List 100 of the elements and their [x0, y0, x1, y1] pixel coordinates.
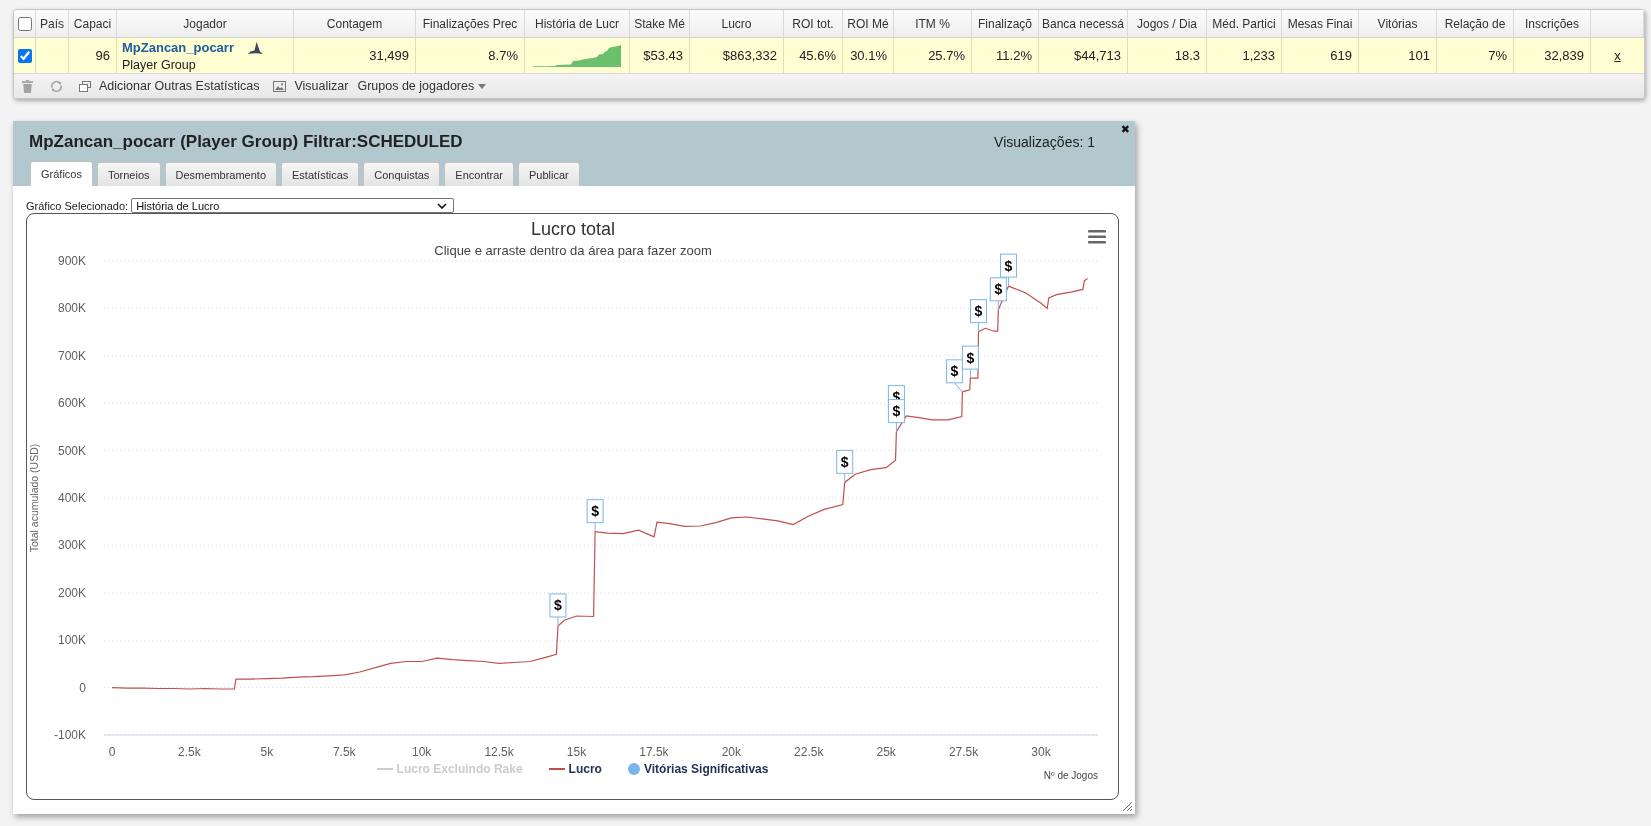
x-axis-label: 5k: [260, 745, 274, 759]
win-flag: $: [836, 449, 854, 483]
y-axis-label: 500K: [57, 443, 86, 458]
caret-down-icon: [478, 83, 487, 89]
select-all-checkbox[interactable]: [17, 16, 32, 31]
legend-item[interactable]: Lucro: [548, 762, 602, 776]
tab[interactable]: Publicar: [518, 162, 580, 186]
table-cell: 11.2%: [972, 38, 1039, 73]
column-header[interactable]: Vitórias: [1359, 10, 1437, 37]
player-group-label: Player Group: [122, 57, 196, 72]
column-header[interactable]: País: [36, 10, 69, 37]
table-cell: 30.1%: [843, 38, 894, 73]
y-axis-label: 700K: [57, 348, 86, 363]
win-flag: $: [969, 299, 987, 333]
table-cell: 619: [1282, 38, 1359, 73]
table-cell: $53.43: [630, 38, 690, 73]
column-header[interactable]: Banca necessá: [1039, 10, 1128, 37]
annotation: $: [966, 349, 975, 366]
x-axis-label: 30k: [1031, 745, 1051, 759]
table-cell: 7%: [1437, 38, 1514, 73]
x-axis-label: 15k: [566, 745, 587, 759]
window-stack-icon: [79, 80, 91, 92]
table-cell: 45.6%: [784, 38, 843, 73]
y-axis-label: 300K: [57, 538, 86, 553]
table-cell: 1,233: [1207, 38, 1282, 73]
win-flag: $: [549, 593, 567, 627]
player-groups-menu[interactable]: Grupos de jogadores: [357, 79, 487, 93]
x-axis-label: 20k: [721, 745, 742, 759]
table-cell: 18.3: [1128, 38, 1207, 73]
menu-icon[interactable]: [1088, 230, 1106, 244]
table-cell: 32,839: [1514, 38, 1591, 73]
column-header[interactable]: ROI tot.: [784, 10, 843, 37]
legend-line-icon: [376, 768, 393, 770]
y-axis-label: 0: [79, 680, 86, 695]
column-header[interactable]: Stake Mé: [630, 10, 690, 37]
panel-title: MpZancan_pocarr (Player Group) Filtrar:SCHEDULED: [29, 132, 463, 152]
tab[interactable]: Conquistas: [363, 162, 441, 186]
tab[interactable]: Desmembramento: [164, 162, 278, 186]
annotation: $: [591, 503, 600, 520]
y-axis-label: 800K: [57, 301, 86, 316]
x-axis-label: 22.5k: [794, 745, 824, 759]
y-axis-label: -100K: [53, 728, 86, 742]
table-cell: $863,332: [690, 38, 784, 73]
legend-item[interactable]: Vitórias Significativas: [627, 762, 769, 776]
y-axis-label: 900K: [57, 254, 86, 268]
x-axis-label: 7.5k: [332, 745, 356, 759]
y-axis-label: 200K: [57, 585, 86, 600]
column-header[interactable]: Jogos / Dia: [1128, 10, 1207, 37]
x-axis-label: 17.5k: [639, 745, 669, 759]
win-flag: $: [961, 345, 979, 379]
table-cell: 25.7%: [894, 38, 972, 73]
tab[interactable]: Gráficos: [30, 161, 93, 186]
column-header[interactable]: Jogador: [117, 10, 294, 37]
player-name-link[interactable]: MpZancan_pocarr: [122, 40, 234, 55]
image-icon: [273, 80, 287, 92]
win-flag: $: [945, 359, 963, 393]
win-flag: $: [989, 277, 1007, 311]
win-flag: $: [586, 499, 604, 533]
add-stats-button[interactable]: Adicionar Outras Estatísticas: [79, 79, 260, 93]
annotation: $: [1004, 257, 1013, 274]
y-axis-title: Total acumulado (USD): [28, 443, 40, 553]
remove-link[interactable]: x: [1614, 48, 1621, 63]
annotation: $: [974, 303, 983, 320]
tab[interactable]: Estatísticas: [281, 162, 360, 186]
y-axis-label: 400K: [57, 491, 86, 505]
column-header[interactable]: Relação de: [1437, 10, 1514, 37]
x-axis-label: 12.5k: [484, 745, 514, 759]
annotation: $: [994, 281, 1003, 298]
column-header[interactable]: Contagem: [294, 10, 416, 37]
win-flag: $: [887, 399, 905, 433]
views-count: Visualizações: 1: [994, 134, 1095, 150]
annotation: $: [950, 363, 959, 380]
close-button[interactable]: ✖: [1120, 124, 1130, 135]
row-checkbox[interactable]: [17, 48, 32, 63]
column-header[interactable]: Inscrições: [1514, 10, 1591, 37]
y-axis-label: 600K: [57, 396, 86, 411]
column-header[interactable]: ROI Mé: [843, 10, 894, 37]
column-header[interactable]: História de Lucr: [525, 10, 630, 37]
resize-grip-icon[interactable]: [1123, 802, 1132, 811]
column-header[interactable]: Finalizaçõ: [972, 10, 1039, 37]
y-axis-label: 100K: [57, 633, 86, 648]
table-cell: 96: [69, 38, 117, 73]
tab[interactable]: Encontrar: [444, 162, 515, 186]
annotation: $: [554, 597, 563, 614]
chart-title: Lucro total: [530, 219, 616, 239]
x-axis-label: 25k: [876, 745, 896, 759]
table-cell: 31,499: [294, 38, 416, 73]
tab[interactable]: Torneios: [96, 162, 161, 186]
chart-select[interactable]: História de Lucro: [131, 198, 455, 213]
column-header[interactable]: ITM %: [894, 10, 972, 37]
visualize-button[interactable]: Visualizar: [273, 79, 349, 93]
column-header[interactable]: Mesas Finai: [1282, 10, 1359, 37]
column-header[interactable]: Finalizações Prec: [416, 10, 525, 37]
chart-subtitle: Clique e arraste dentro da área para fazer zoom: [434, 243, 712, 258]
x-axis-label: 27.5k: [948, 745, 979, 759]
annotation: $: [840, 453, 849, 470]
column-header[interactable]: Capaci: [69, 10, 117, 37]
chart-selector-label: Gráfico Selecionado:: [26, 199, 129, 212]
column-header[interactable]: Méd. Partici: [1207, 10, 1282, 37]
column-header[interactable]: Lucro: [690, 10, 784, 37]
